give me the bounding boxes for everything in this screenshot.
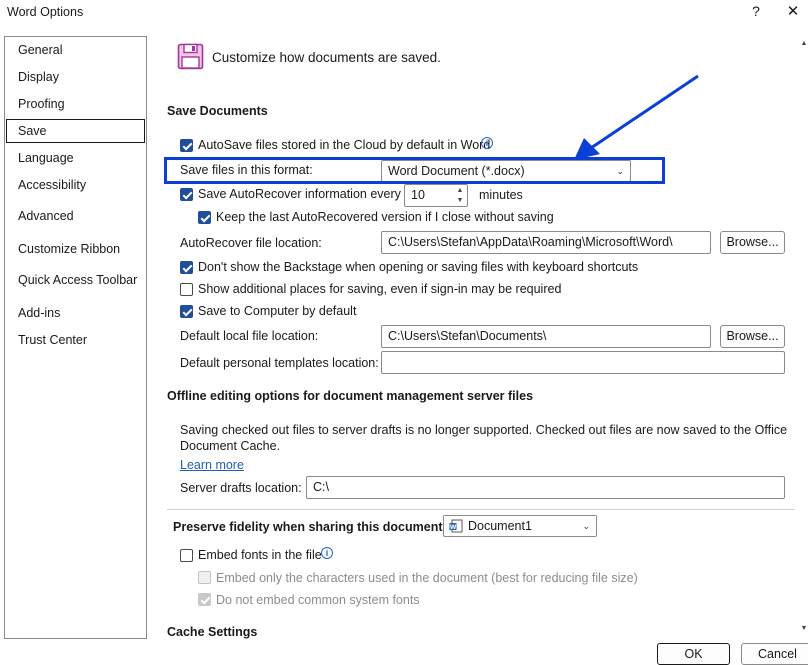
- embed-only-used-checkbox[interactable]: [198, 571, 211, 584]
- sidebar-item-advanced[interactable]: Advanced: [6, 204, 145, 228]
- svg-text:W: W: [450, 524, 457, 531]
- default-local-label: Default local file location:: [180, 329, 319, 343]
- autorecover-label: Save AutoRecover information every: [198, 187, 401, 201]
- sidebar-item-add-ins[interactable]: Add-ins: [6, 301, 145, 325]
- autorecover-location-label: AutoRecover file location:: [180, 236, 322, 250]
- sidebar-item-accessibility[interactable]: Accessibility: [6, 173, 145, 197]
- close-button[interactable]: ✕: [783, 2, 803, 22]
- page-title: Customize how documents are saved.: [212, 50, 441, 65]
- offline-message-line1: Saving checked out files to server draft…: [180, 423, 788, 437]
- no-common-fonts-label: Do not embed common system fonts: [216, 593, 420, 607]
- server-drafts-input[interactable]: C:\: [306, 476, 785, 499]
- autorecover-location-input[interactable]: C:\Users\Stefan\AppData\Roaming\Microsof…: [381, 231, 711, 254]
- minutes-label: minutes: [479, 188, 523, 202]
- scroll-down-icon[interactable]: ▼: [800, 625, 808, 635]
- help-button[interactable]: ?: [747, 3, 765, 21]
- additional-places-checkbox[interactable]: [180, 283, 193, 296]
- autosave-checkbox[interactable]: [180, 139, 193, 152]
- sidebar-item-display[interactable]: Display: [6, 65, 145, 89]
- autosave-label: AutoSave files stored in the Cloud by de…: [198, 138, 491, 152]
- section-offline-editing: Offline editing options for document man…: [167, 389, 534, 403]
- autorecover-minutes-value: 10: [411, 188, 425, 202]
- sidebar-item-trust-center[interactable]: Trust Center: [6, 328, 145, 352]
- keep-last-version-checkbox[interactable]: [198, 211, 211, 224]
- save-to-computer-checkbox[interactable]: [180, 305, 193, 318]
- server-drafts-label: Server drafts location:: [180, 481, 302, 495]
- scroll-up-icon[interactable]: ▲: [800, 40, 808, 50]
- learn-more-link[interactable]: Learn more: [180, 458, 244, 472]
- fidelity-document-dropdown[interactable]: W Document1 ⌄: [443, 515, 597, 537]
- section-preserve-fidelity: Preserve fidelity when sharing this docu…: [173, 520, 447, 534]
- keep-last-version-label: Keep the last AutoRecovered version if I…: [216, 210, 554, 224]
- section-cache-settings: Cache Settings: [167, 625, 258, 639]
- default-local-input[interactable]: C:\Users\Stefan\Documents\: [381, 325, 711, 348]
- backstage-label: Don't show the Backstage when opening or…: [198, 260, 639, 274]
- sidebar-item-save[interactable]: Save: [6, 119, 145, 143]
- default-templates-input[interactable]: [381, 351, 785, 374]
- ok-button[interactable]: OK: [657, 643, 730, 665]
- sidebar-item-language[interactable]: Language: [6, 146, 145, 170]
- info-icon[interactable]: i: [321, 547, 333, 559]
- spin-down-icon[interactable]: ▼: [454, 196, 466, 206]
- word-document-icon: W: [449, 519, 463, 533]
- section-save-documents: Save Documents: [167, 104, 268, 118]
- spin-up-icon[interactable]: ▲: [454, 186, 466, 196]
- autorecover-minutes-stepper[interactable]: 10 ▲ ▼: [404, 184, 468, 207]
- fidelity-document-value: Document1: [468, 519, 532, 533]
- save-to-computer-label: Save to Computer by default: [198, 304, 357, 318]
- default-templates-label: Default personal templates location:: [180, 356, 379, 370]
- sidebar-item-general[interactable]: General: [6, 38, 145, 62]
- offline-message-line2: Document Cache.: [180, 439, 281, 453]
- browse-autorecover-button[interactable]: Browse...: [720, 231, 785, 254]
- autorecover-checkbox[interactable]: [180, 188, 193, 201]
- cancel-button[interactable]: Cancel: [741, 643, 808, 665]
- sidebar: General Display Proofing Save Language A…: [4, 36, 147, 639]
- window-title: Word Options: [7, 5, 84, 19]
- sidebar-item-proofing[interactable]: Proofing: [6, 92, 145, 116]
- backstage-checkbox[interactable]: [180, 261, 193, 274]
- annotation-arrow: [574, 74, 699, 160]
- chevron-down-icon: ⌄: [582, 521, 590, 531]
- no-common-fonts-checkbox[interactable]: [198, 593, 211, 606]
- embed-only-used-label: Embed only the characters used in the do…: [216, 571, 638, 585]
- embed-fonts-label: Embed fonts in the file: [198, 548, 322, 562]
- save-floppy-icon: [177, 43, 204, 70]
- embed-fonts-checkbox[interactable]: [180, 549, 193, 562]
- info-icon[interactable]: i: [481, 137, 493, 149]
- additional-places-label: Show additional places for saving, even …: [198, 282, 562, 296]
- browse-default-local-button[interactable]: Browse...: [720, 325, 785, 348]
- divider: [167, 509, 795, 510]
- sidebar-item-quick-access-toolbar[interactable]: Quick Access Toolbar: [6, 268, 145, 292]
- sidebar-item-customize-ribbon[interactable]: Customize Ribbon: [6, 237, 145, 261]
